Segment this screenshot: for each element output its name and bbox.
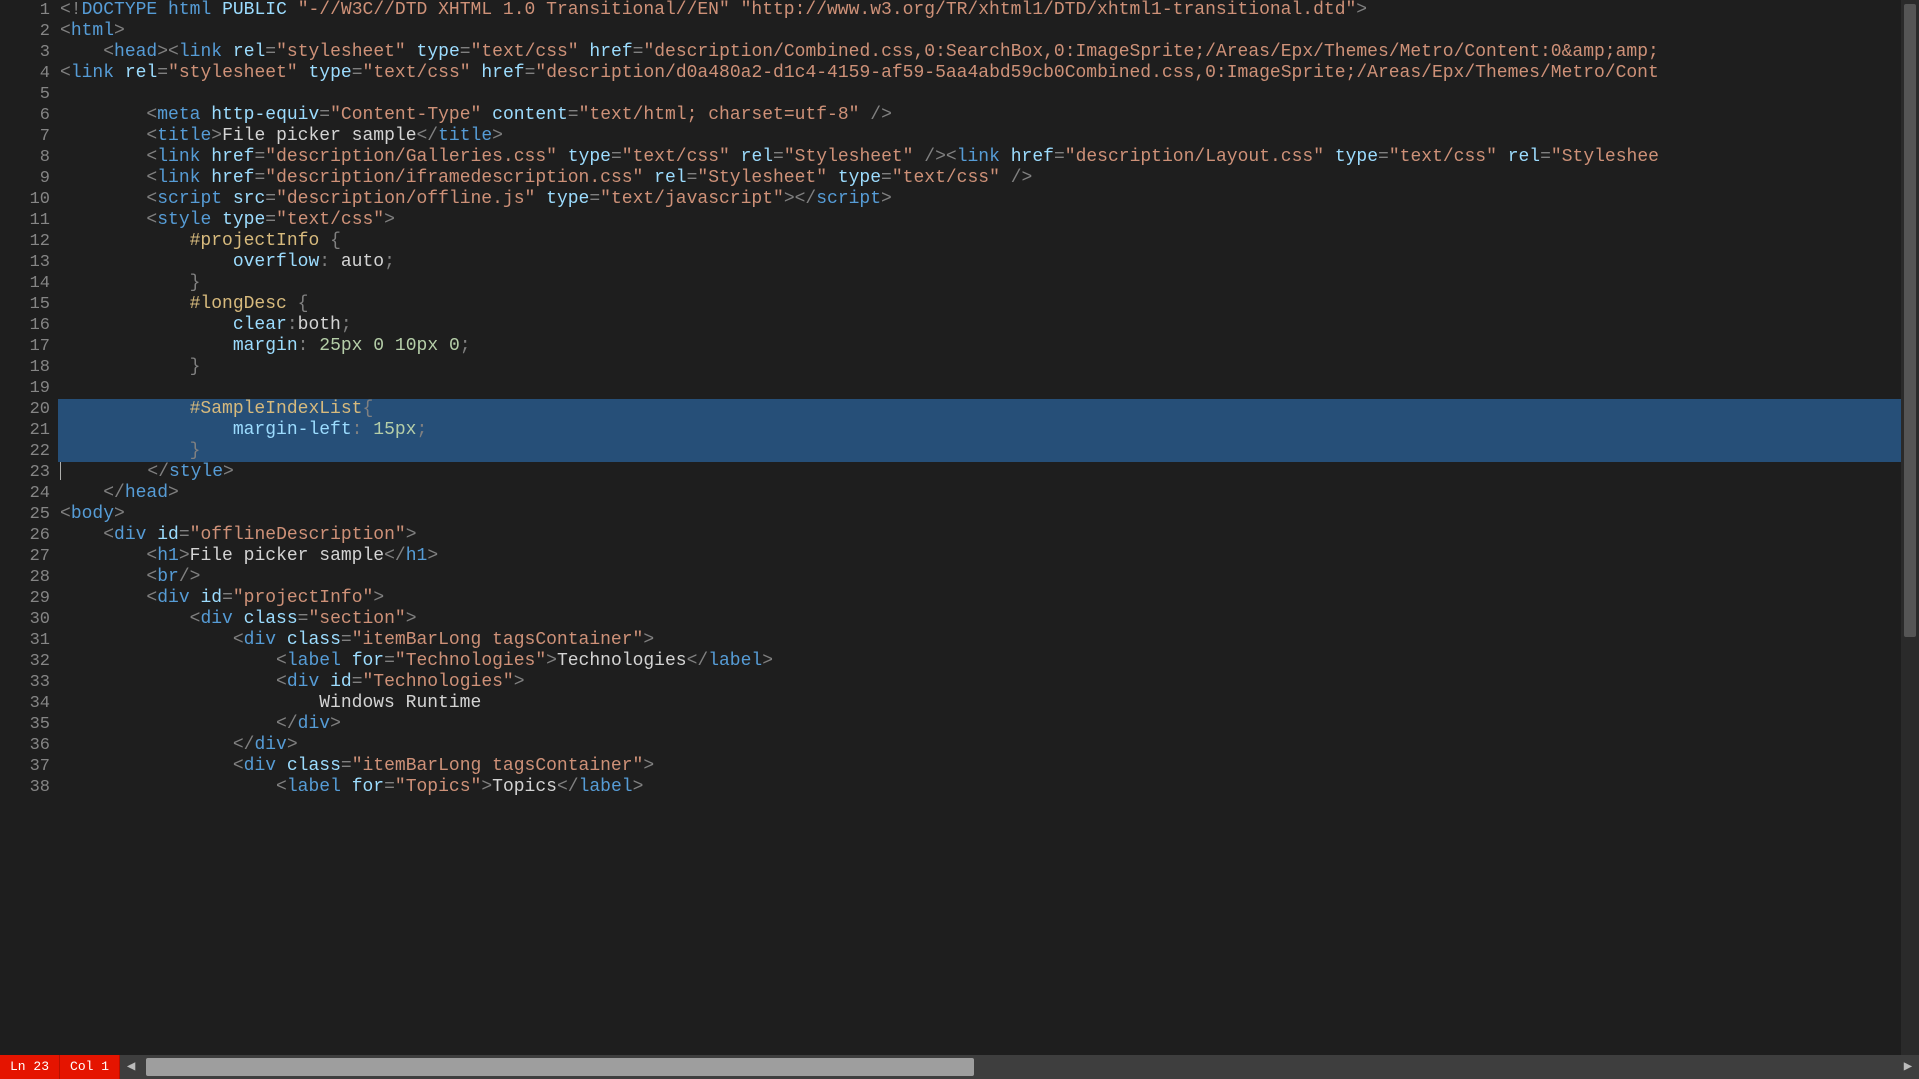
line-number: 24 [0, 483, 50, 504]
code-line[interactable]: <div class="itemBarLong tagsContainer"> [58, 756, 1919, 777]
line-number: 16 [0, 315, 50, 336]
line-number: 20 [0, 399, 50, 420]
line-number: 22 [0, 441, 50, 462]
line-number-gutter: 1234567891011121314151617181920212223242… [0, 0, 58, 1055]
line-number: 35 [0, 714, 50, 735]
code-line[interactable] [58, 84, 1919, 105]
line-number: 5 [0, 84, 50, 105]
line-number: 9 [0, 168, 50, 189]
status-line: Ln 23 [0, 1055, 60, 1079]
line-number: 26 [0, 525, 50, 546]
status-col: Col 1 [60, 1055, 120, 1079]
code-line[interactable]: <style type="text/css"> [58, 210, 1919, 231]
code-area[interactable]: <!DOCTYPE html PUBLIC "-//W3C//DTD XHTML… [58, 0, 1919, 1055]
line-number: 3 [0, 42, 50, 63]
code-line[interactable]: <title>File picker sample</title> [58, 126, 1919, 147]
vertical-scrollbar-thumb[interactable] [1904, 4, 1916, 637]
code-line[interactable]: } [58, 441, 1919, 462]
code-line[interactable]: <meta http-equiv="Content-Type" content=… [58, 105, 1919, 126]
line-number: 33 [0, 672, 50, 693]
line-number: 30 [0, 609, 50, 630]
code-line[interactable]: </style> [58, 462, 1919, 483]
scroll-right-icon[interactable]: ▶ [1897, 1055, 1919, 1079]
code-line[interactable]: <div id="offlineDescription"> [58, 525, 1919, 546]
line-number: 4 [0, 63, 50, 84]
line-number: 31 [0, 630, 50, 651]
code-line[interactable]: <div class="section"> [58, 609, 1919, 630]
line-number: 19 [0, 378, 50, 399]
code-line[interactable]: <h1>File picker sample</h1> [58, 546, 1919, 567]
status-bar: Ln 23 Col 1 ◀ ▶ [0, 1055, 1919, 1079]
horizontal-scrollbar[interactable]: ◀ ▶ [120, 1055, 1919, 1079]
code-line[interactable]: </head> [58, 483, 1919, 504]
code-line[interactable]: #SampleIndexList{ [58, 399, 1919, 420]
line-number: 38 [0, 777, 50, 798]
code-line[interactable]: <link href="description/iframedescriptio… [58, 168, 1919, 189]
code-line[interactable]: <div class="itemBarLong tagsContainer"> [58, 630, 1919, 651]
line-number: 11 [0, 210, 50, 231]
line-number: 32 [0, 651, 50, 672]
code-line[interactable]: margin: 25px 0 10px 0; [58, 336, 1919, 357]
scroll-left-icon[interactable]: ◀ [120, 1055, 142, 1079]
code-line[interactable]: overflow: auto; [58, 252, 1919, 273]
code-line[interactable]: #projectInfo { [58, 231, 1919, 252]
code-line[interactable]: <body> [58, 504, 1919, 525]
line-number: 2 [0, 21, 50, 42]
code-line[interactable]: <!DOCTYPE html PUBLIC "-//W3C//DTD XHTML… [58, 0, 1919, 21]
code-line[interactable]: <link rel="stylesheet" type="text/css" h… [58, 63, 1919, 84]
horizontal-scrollbar-thumb[interactable] [146, 1058, 974, 1076]
code-line[interactable]: <html> [58, 21, 1919, 42]
code-line[interactable]: <div id="projectInfo"> [58, 588, 1919, 609]
code-line[interactable]: Windows Runtime [58, 693, 1919, 714]
code-line[interactable]: } [58, 357, 1919, 378]
code-line[interactable]: </div> [58, 735, 1919, 756]
line-number: 37 [0, 756, 50, 777]
line-number: 14 [0, 273, 50, 294]
line-number: 23 [0, 462, 50, 483]
code-editor[interactable]: 1234567891011121314151617181920212223242… [0, 0, 1919, 1055]
code-line[interactable]: clear:both; [58, 315, 1919, 336]
line-number: 28 [0, 567, 50, 588]
code-line[interactable]: <link href="description/Galleries.css" t… [58, 147, 1919, 168]
code-line[interactable]: <head><link rel="stylesheet" type="text/… [58, 42, 1919, 63]
line-number: 8 [0, 147, 50, 168]
line-number: 10 [0, 189, 50, 210]
line-number: 21 [0, 420, 50, 441]
code-line[interactable] [58, 378, 1919, 399]
line-number: 36 [0, 735, 50, 756]
line-number: 17 [0, 336, 50, 357]
vertical-scrollbar[interactable] [1901, 0, 1919, 1055]
line-number: 13 [0, 252, 50, 273]
line-number: 1 [0, 0, 50, 21]
line-number: 6 [0, 105, 50, 126]
line-number: 27 [0, 546, 50, 567]
code-line[interactable]: <div id="Technologies"> [58, 672, 1919, 693]
line-number: 29 [0, 588, 50, 609]
code-line[interactable]: } [58, 273, 1919, 294]
line-number: 25 [0, 504, 50, 525]
code-line[interactable]: #longDesc { [58, 294, 1919, 315]
code-line[interactable]: </div> [58, 714, 1919, 735]
code-line[interactable]: margin-left: 15px; [58, 420, 1919, 441]
line-number: 7 [0, 126, 50, 147]
code-line[interactable]: <br/> [58, 567, 1919, 588]
line-number: 18 [0, 357, 50, 378]
code-line[interactable]: <label for="Technologies">Technologies</… [58, 651, 1919, 672]
line-number: 15 [0, 294, 50, 315]
code-line[interactable]: <label for="Topics">Topics</label> [58, 777, 1919, 798]
code-line[interactable]: <script src="description/offline.js" typ… [58, 189, 1919, 210]
line-number: 34 [0, 693, 50, 714]
line-number: 12 [0, 231, 50, 252]
